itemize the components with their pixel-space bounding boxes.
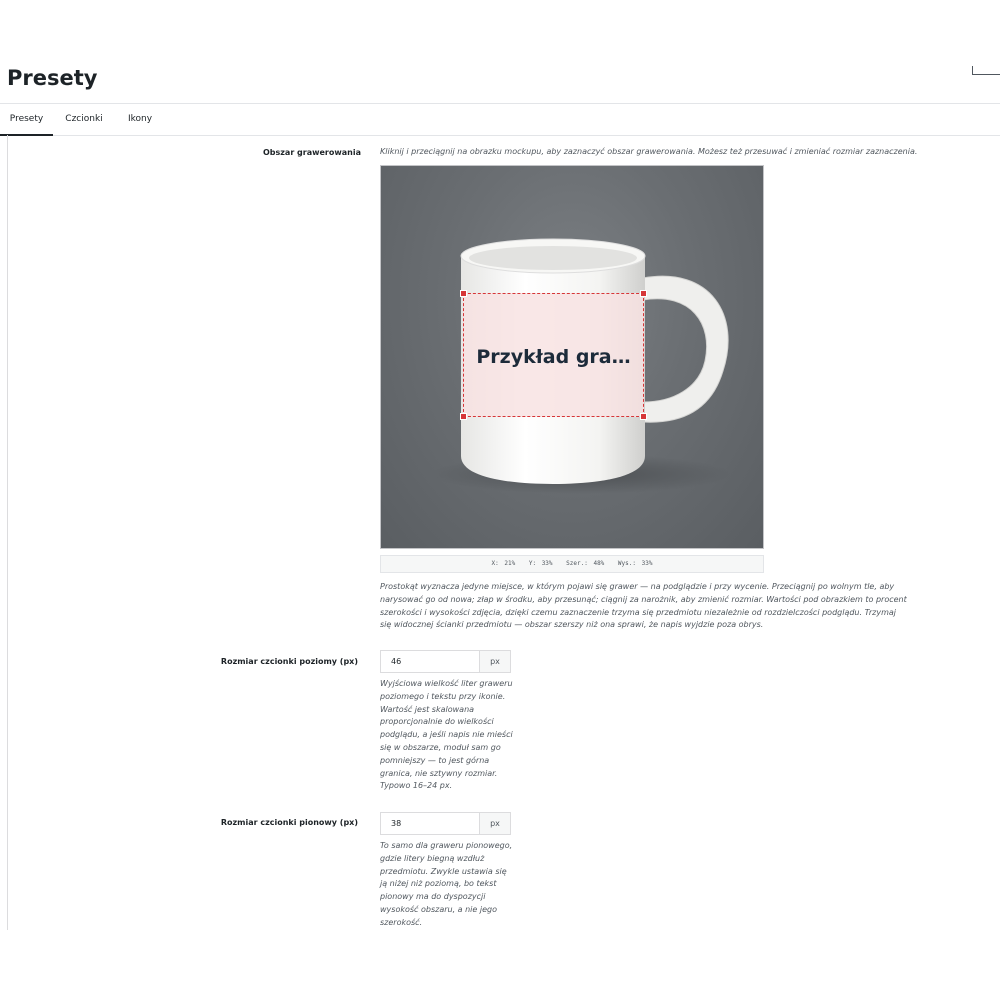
font-size-vertical-help: To samo dla graweru pionowego, gdzie lit… bbox=[380, 841, 513, 927]
readout-height: Wys.: 33% bbox=[617, 560, 653, 567]
engrave-preview-text: Przykład gra… bbox=[476, 346, 631, 368]
readout-y: Y: 33% bbox=[528, 560, 553, 567]
font-size-horizontal-label: Rozmiar czcionki poziomy (px) bbox=[220, 657, 358, 666]
engrave-area-help: Prostokąt wyznacza jedyne miejsce, w któ… bbox=[380, 582, 907, 630]
font-size-vertical-input[interactable] bbox=[380, 812, 480, 835]
tab-ikony[interactable]: Ikony bbox=[116, 104, 164, 135]
resize-handle-top-right[interactable] bbox=[640, 290, 647, 297]
resize-handle-bottom-left[interactable] bbox=[460, 413, 467, 420]
engrave-selection[interactable]: Przykład gra… bbox=[460, 290, 647, 420]
page-title: Presety bbox=[7, 66, 98, 90]
resize-handle-top-left[interactable] bbox=[460, 290, 467, 297]
font-size-horizontal-input[interactable] bbox=[380, 650, 480, 673]
font-size-horizontal-help: Wyjściowa wielkość liter graweru poziome… bbox=[380, 679, 513, 791]
tab-presety[interactable]: Presety bbox=[0, 104, 53, 136]
tab-bar: Presety Czcionki Ikony bbox=[0, 103, 1000, 136]
selection-readout: X: 21% Y: 33% Szer.: 48% Wys.: 33% bbox=[380, 555, 764, 573]
content-divider bbox=[7, 135, 8, 930]
mockup-image[interactable]: Przykład gra… bbox=[380, 165, 764, 549]
engrave-area-label: Obszar grawerowania bbox=[262, 148, 361, 157]
readout-x: X: 21% bbox=[491, 560, 516, 567]
engrave-area-instruction: Kliknij i przeciągnij na obrazku mockupu… bbox=[380, 147, 918, 156]
font-size-vertical-label: Rozmiar czcionki pionowy (px) bbox=[220, 818, 358, 827]
tab-czcionki[interactable]: Czcionki bbox=[58, 104, 110, 135]
screen-options-toggle[interactable] bbox=[972, 66, 1000, 75]
font-size-vertical-unit: px bbox=[479, 812, 511, 835]
font-size-horizontal-unit: px bbox=[479, 650, 511, 673]
readout-width: Szer.: 48% bbox=[566, 560, 605, 567]
resize-handle-bottom-right[interactable] bbox=[640, 413, 647, 420]
